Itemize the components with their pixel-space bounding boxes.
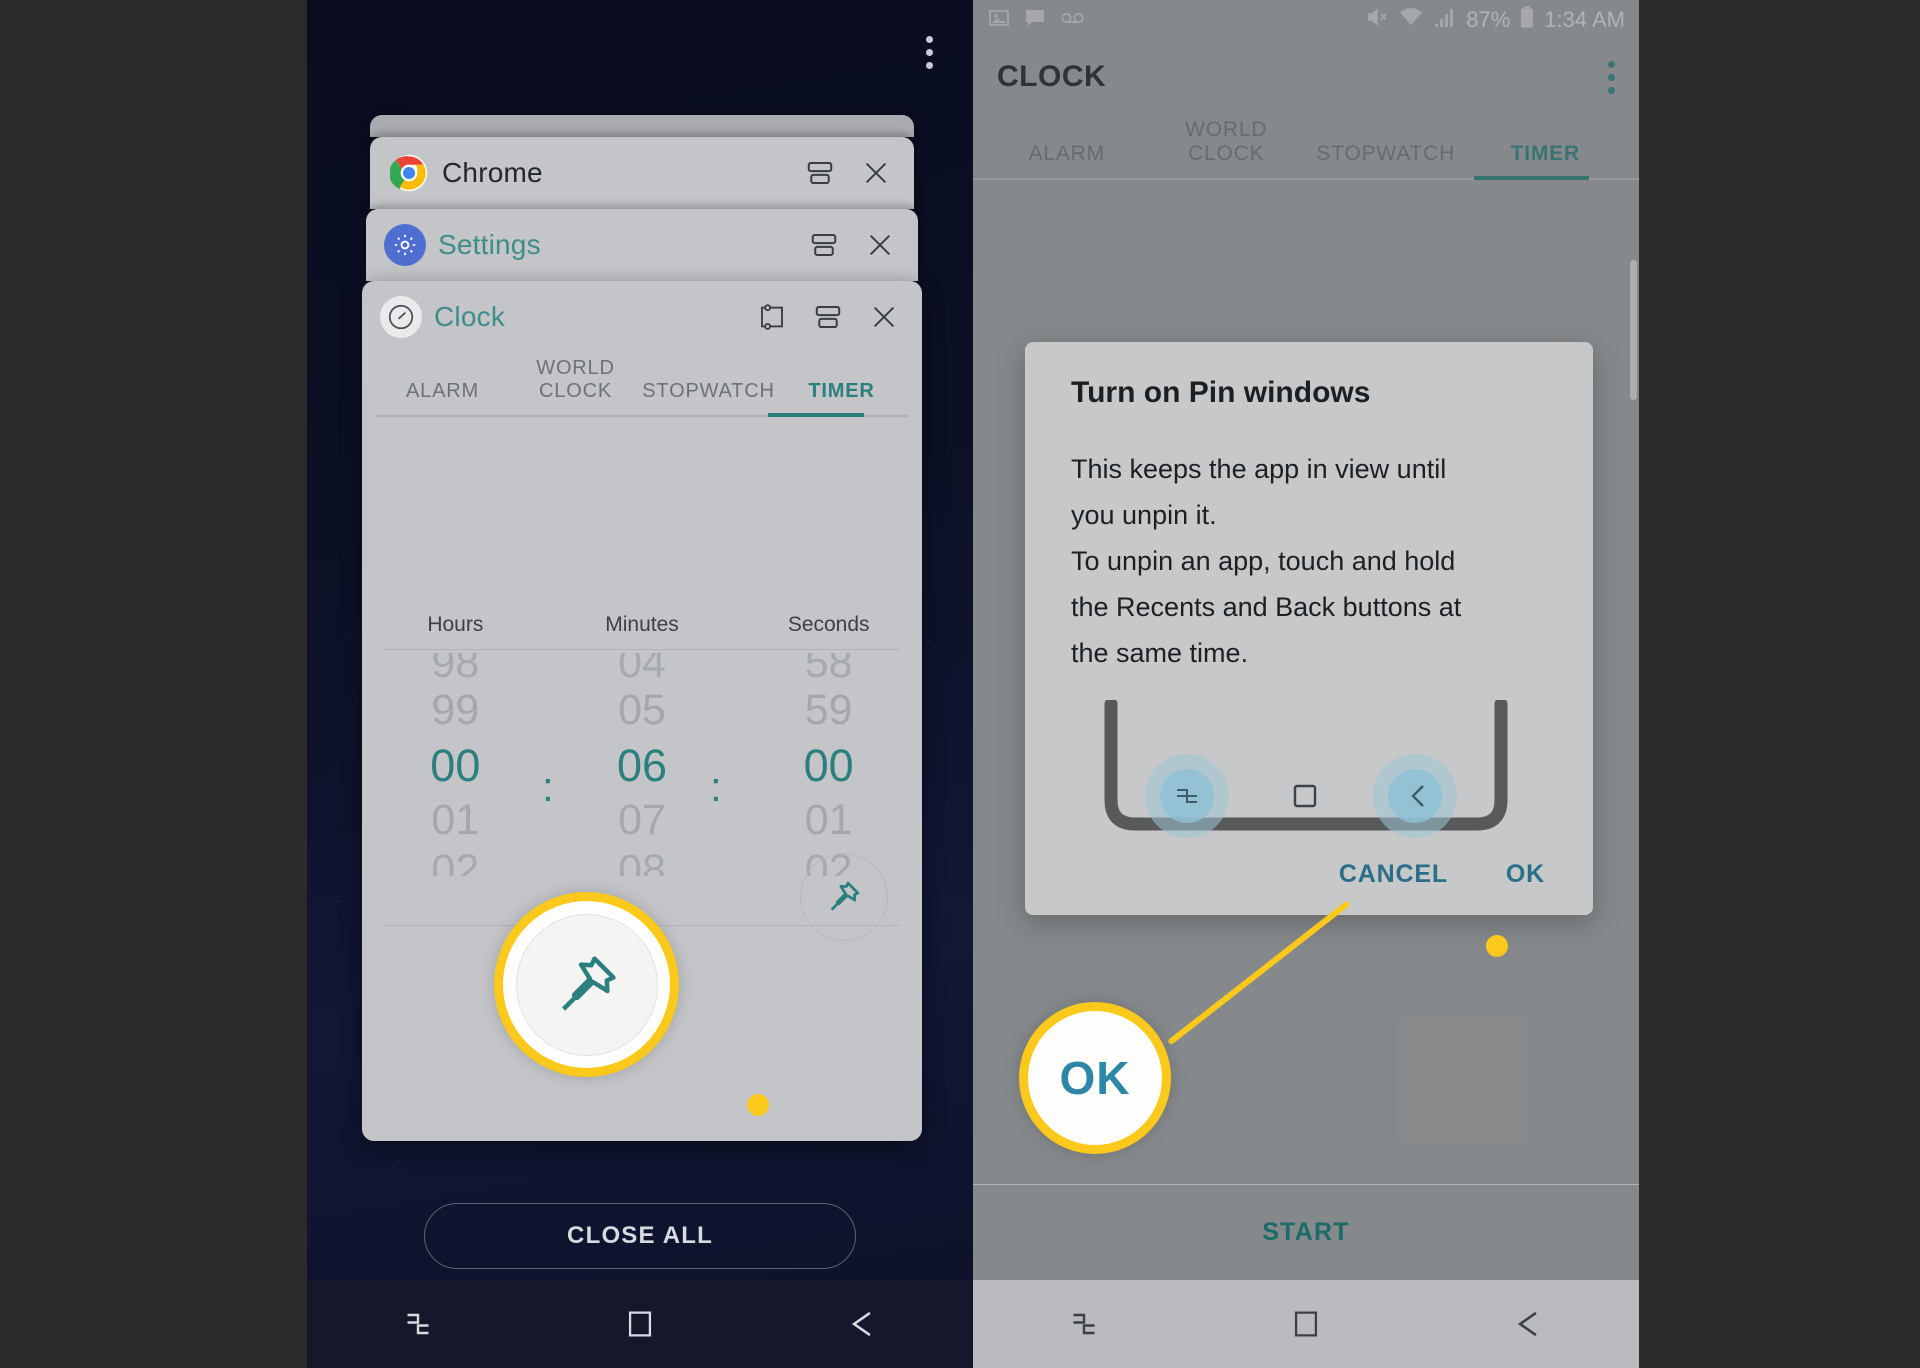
clock-tabs: ALARM WORLD CLOCK STOPWATCH TIMER (362, 353, 922, 417)
settings-gear-icon (384, 224, 426, 266)
picker-column-hours[interactable]: 98 99 00 01 02 (362, 653, 549, 876)
right-phone-screen: 87% 1:34 AM CLOCK ALARM WORLD CLOCK STOP… (973, 0, 1639, 1368)
picker-value-selected: 00 (430, 740, 481, 791)
split-screen-icon[interactable] (806, 295, 850, 339)
picker-value: 01 (431, 796, 480, 844)
picker-top-divider (384, 649, 900, 650)
home-icon[interactable] (1195, 1307, 1417, 1341)
picker-value: 01 (804, 796, 853, 844)
picker-value: 02 (431, 848, 480, 876)
picker-value: 04 (618, 653, 666, 683)
picker-value: 05 (618, 686, 666, 734)
recents-card-title: Settings (438, 229, 541, 260)
dialog-illustration (1071, 690, 1553, 840)
picker-columns: 98 99 00 01 02 04 05 06 07 08 58 59 00 0… (362, 653, 922, 876)
pin-windows-dialog: Turn on Pin windows This keeps the app i… (1025, 342, 1593, 915)
callout-ok-label: OK (1059, 1052, 1131, 1104)
recents-card-settings[interactable]: Settings (366, 209, 918, 281)
back-icon[interactable] (751, 1305, 973, 1343)
right-navigation-bar (973, 1280, 1639, 1368)
callout-target-dot (747, 1094, 769, 1116)
screenshot-stage: Chrome Settings Clock ALARM WORLD CLOCK … (0, 0, 1920, 1368)
recents-icon[interactable] (307, 1306, 529, 1342)
label-hours: Hours (427, 613, 484, 636)
split-screen-icon[interactable] (802, 223, 846, 267)
picker-column-seconds[interactable]: 58 59 00 01 02 (735, 653, 922, 876)
picker-separator: : (710, 763, 722, 810)
picker-value: 99 (431, 686, 480, 734)
split-screen-icon[interactable] (798, 151, 842, 195)
recents-card-title: Clock (434, 301, 506, 332)
picker-value: 98 (431, 653, 480, 683)
picker-value: 58 (804, 653, 853, 683)
tab-world-clock[interactable]: WORLD CLOCK (509, 357, 642, 417)
callout-pin-magnifier (494, 892, 679, 1077)
dot-icon (925, 35, 933, 43)
tab-timer[interactable]: TIMER (775, 380, 908, 417)
recents-card-ghost[interactable] (370, 115, 914, 137)
pin-window-button[interactable] (800, 853, 888, 941)
cancel-button[interactable]: CANCEL (1339, 860, 1448, 889)
callout-ok-magnifier: OK (1019, 1002, 1171, 1154)
start-button[interactable]: START (973, 1184, 1639, 1280)
label-minutes: Minutes (605, 613, 679, 636)
home-icon[interactable] (529, 1307, 751, 1341)
pin-window-icon[interactable] (750, 295, 794, 339)
picker-column-labels: Hours Minutes Seconds (362, 613, 922, 637)
picker-separator: : (542, 763, 554, 810)
close-icon[interactable] (862, 295, 906, 339)
picker-value: 07 (618, 796, 666, 844)
close-icon[interactable] (854, 151, 898, 195)
recents-card-title: Chrome (442, 157, 543, 188)
left-phone-screen: Chrome Settings Clock ALARM WORLD CLOCK … (307, 0, 973, 1368)
left-navigation-bar (307, 1280, 973, 1368)
recents-icon[interactable] (973, 1306, 1195, 1342)
dialog-body-line: This keeps the app in view until (1071, 454, 1447, 484)
picker-column-minutes[interactable]: 04 05 06 07 08 (549, 653, 736, 876)
pin-window-icon (561, 955, 616, 1011)
dialog-body: This keeps the app in view until you unp… (1071, 446, 1553, 676)
recents-overflow-button[interactable] (907, 24, 951, 80)
close-all-button[interactable]: CLOSE ALL (424, 1203, 856, 1269)
callout-target-dot (1486, 935, 1508, 957)
dialog-body-line: To unpin an app, touch and hold (1071, 546, 1456, 576)
picker-value: 59 (804, 686, 853, 734)
close-icon[interactable] (858, 223, 902, 267)
tab-stopwatch[interactable]: STOPWATCH (642, 380, 775, 417)
picker-value-selected: 00 (803, 740, 854, 791)
timer-picker[interactable]: Hours Minutes Seconds 98 99 00 01 02 04 … (362, 417, 922, 977)
back-icon[interactable] (1417, 1305, 1639, 1343)
dialog-body-line: the same time. (1071, 638, 1249, 668)
chrome-icon (388, 152, 430, 194)
dot-icon (925, 61, 933, 69)
dot-icon (925, 48, 933, 56)
ok-button[interactable]: OK (1506, 860, 1545, 889)
picker-value-selected: 06 (616, 740, 668, 791)
tab-alarm[interactable]: ALARM (376, 380, 509, 417)
dialog-body-line: the Recents and Back buttons at (1071, 592, 1462, 622)
picker-value: 08 (618, 848, 666, 876)
clock-icon (380, 296, 422, 338)
recents-card-chrome[interactable]: Chrome (370, 137, 914, 209)
label-seconds: Seconds (787, 613, 870, 636)
dialog-title: Turn on Pin windows (1071, 376, 1371, 409)
dialog-body-line: you unpin it. (1071, 500, 1217, 530)
